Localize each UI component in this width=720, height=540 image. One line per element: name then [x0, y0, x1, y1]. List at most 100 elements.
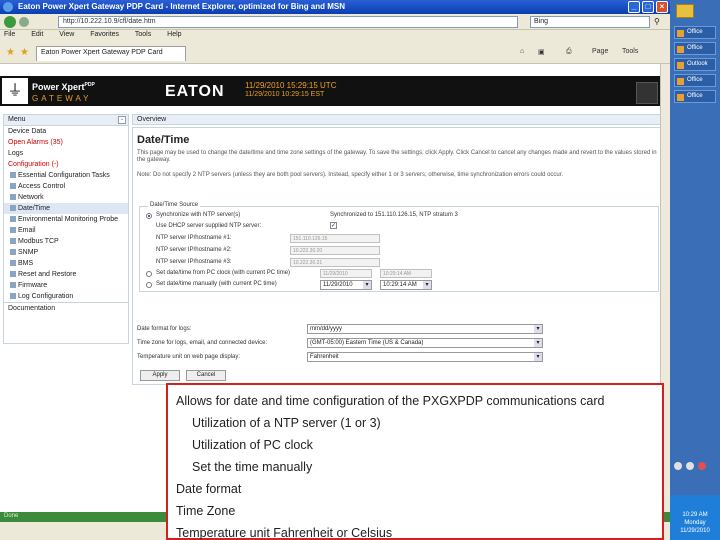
tools-menu[interactable]: Tools	[622, 48, 638, 55]
callout-line: Allows for date and time configuration o…	[176, 394, 605, 408]
menu-snmp[interactable]: SNMP	[4, 247, 128, 258]
tray-icon[interactable]	[686, 462, 694, 470]
cancel-button[interactable]: Cancel	[186, 370, 226, 381]
menu-network[interactable]: Network	[4, 192, 128, 203]
note-text: Note: Do not specify 2 NTP servers (unle…	[137, 172, 564, 178]
search-icon[interactable]: ⚲	[654, 17, 660, 26]
manual-radio[interactable]	[146, 282, 152, 288]
local-datetime: 11/29/2010 10:29:15 EST	[245, 91, 325, 98]
tray-alert-icon[interactable]	[698, 462, 706, 470]
menu-email[interactable]: Email	[4, 225, 128, 236]
eaton-logo: EATON	[165, 83, 225, 100]
desktop-item[interactable]: Office	[674, 74, 716, 87]
browser-tab[interactable]: Eaton Power Xpert Gateway PDP Card	[36, 46, 186, 61]
menu-bms[interactable]: BMS	[4, 258, 128, 269]
manual-time-select[interactable]: 10:29:14 AM	[380, 280, 432, 290]
dhcp-ntp-checkbox[interactable]: ✓	[330, 222, 337, 229]
ntp1-input[interactable]: 151.110.126.15	[290, 234, 380, 243]
menu-device-data[interactable]: Device Data	[4, 126, 128, 137]
gateway-logo-icon: ⏚	[2, 78, 28, 104]
menu-logs[interactable]: Logs	[4, 148, 128, 159]
description-callout: Allows for date and time configuration o…	[166, 383, 664, 540]
system-clock[interactable]: 10:29 AM Monday 11/29/2010	[670, 495, 720, 540]
tab-bar: ★ ★ Eaton Power Xpert Gateway PDP Card ⌂…	[0, 42, 670, 64]
brand-subtitle: GATEWAY	[32, 94, 92, 103]
apply-button[interactable]: Apply	[140, 370, 180, 381]
feeds-icon[interactable]: ▣	[538, 48, 545, 56]
ie-logo-icon	[3, 2, 13, 12]
desktop-item[interactable]: Office	[674, 90, 716, 103]
pc-clock-label: Set date/time from PC clock (with curren…	[156, 270, 291, 276]
close-button[interactable]: ×	[656, 1, 668, 13]
date-format-label: Date format for logs:	[137, 326, 192, 332]
search-input[interactable]: Bing	[530, 16, 650, 28]
menu-documentation[interactable]: Documentation	[4, 302, 128, 313]
ntp2-label: NTP server IP/hostname #2:	[156, 247, 232, 253]
add-favorites-icon[interactable]: ★	[20, 47, 29, 58]
timezone-label: Time zone for logs, email, and connected…	[137, 340, 268, 346]
menu-open-alarms[interactable]: Open Alarms (35)	[4, 137, 128, 148]
callout-line: Time Zone	[176, 504, 236, 518]
brand-name: Power XpertPDP	[32, 82, 95, 92]
manual-date-select[interactable]: 11/29/2010	[320, 280, 372, 290]
menu-tools[interactable]: Tools	[135, 31, 151, 38]
ups-image	[636, 82, 658, 104]
menu-bar: File Edit View Favorites Tools Help	[0, 30, 670, 42]
ntp3-label: NTP server IP/hostname #3:	[156, 259, 232, 265]
page-menu[interactable]: Page	[592, 48, 608, 55]
left-menu: Menu - Device Data Open Alarms (35) Logs…	[3, 114, 129, 344]
pc-date-input[interactable]: 11/29/2010	[320, 269, 372, 278]
address-toolbar: http://10.222.10.9/cfl/date.htm Bing ⚲	[0, 14, 670, 30]
callout-line: Utilization of PC clock	[192, 438, 313, 452]
date-format-select[interactable]: mm/dd/yyyy	[307, 324, 543, 334]
menu-reset-restore[interactable]: Reset and Restore	[4, 269, 128, 280]
print-icon[interactable]: ⎙	[566, 48, 572, 56]
date-time-panel: Date/Time This page may be used to chang…	[132, 127, 660, 385]
minimize-button[interactable]: _	[628, 1, 640, 13]
pc-time-input[interactable]: 10:29:14 AM	[380, 269, 432, 278]
menu-essential-configuration[interactable]: Essential Configuration Tasks	[4, 170, 128, 181]
desktop-item[interactable]: Office	[674, 42, 716, 55]
menu-view[interactable]: View	[59, 31, 74, 38]
menu-access-control[interactable]: Access Control	[4, 181, 128, 192]
forward-icon[interactable]	[19, 17, 29, 27]
desktop-item[interactable]: Office	[674, 26, 716, 39]
ntp2-input[interactable]: 10.222.30.20	[290, 246, 380, 255]
ntp1-label: NTP server IP/hostname #1:	[156, 235, 232, 241]
temperature-select[interactable]: Fahrenheit	[307, 352, 543, 362]
menu-firmware[interactable]: Firmware	[4, 280, 128, 291]
favorites-star-icon[interactable]: ★	[6, 47, 15, 58]
home-icon[interactable]: ⌂	[520, 48, 524, 55]
ntp-radio[interactable]	[146, 213, 152, 219]
menu-edit[interactable]: Edit	[31, 31, 43, 38]
desktop-item[interactable]: Outlook	[674, 58, 716, 71]
ntp-option-label: Synchronize with NTP server(s)	[156, 212, 241, 218]
window-titlebar: Eaton Power Xpert Gateway PDP Card - Int…	[0, 0, 670, 14]
menu-help[interactable]: Help	[167, 31, 181, 38]
overview-header: Overview	[132, 114, 660, 125]
device-datetime: 11/29/2010 15:29:15 UTC	[245, 81, 337, 90]
address-input[interactable]: http://10.222.10.9/cfl/date.htm	[58, 16, 518, 28]
manual-label: Set date/time manually (with current PC …	[156, 281, 277, 287]
callout-line: Date format	[176, 482, 242, 496]
collapse-icon[interactable]: -	[118, 116, 126, 124]
page-title: Date/Time	[137, 134, 190, 146]
fieldset-legend: Date/Time Source	[148, 202, 201, 208]
window-title: Eaton Power Xpert Gateway PDP Card - Int…	[18, 2, 346, 11]
maximize-button[interactable]: □	[642, 1, 654, 13]
menu-file[interactable]: File	[4, 31, 15, 38]
menu-date-time[interactable]: Date/Time	[4, 203, 128, 214]
menu-favorites[interactable]: Favorites	[90, 31, 119, 38]
menu-emp[interactable]: Environmental Monitoring Probe	[4, 214, 128, 225]
menu-modbus[interactable]: Modbus TCP	[4, 236, 128, 247]
sync-status: Synchronized to 151.110.126.15, NTP stra…	[330, 212, 458, 218]
back-icon[interactable]	[4, 16, 16, 28]
tray-icon[interactable]	[674, 462, 682, 470]
menu-configuration[interactable]: Configuration (-)	[4, 159, 128, 170]
pc-clock-radio[interactable]	[146, 271, 152, 277]
menu-log-configuration[interactable]: Log Configuration	[4, 291, 128, 302]
date-time-source-fieldset: Date/Time Source Synchronize with NTP se…	[139, 202, 659, 292]
ntp3-input[interactable]: 10.222.30.21	[290, 258, 380, 267]
folder-icon[interactable]	[676, 4, 694, 18]
timezone-select[interactable]: (GMT-05:00) Eastern Time (US & Canada)	[307, 338, 543, 348]
